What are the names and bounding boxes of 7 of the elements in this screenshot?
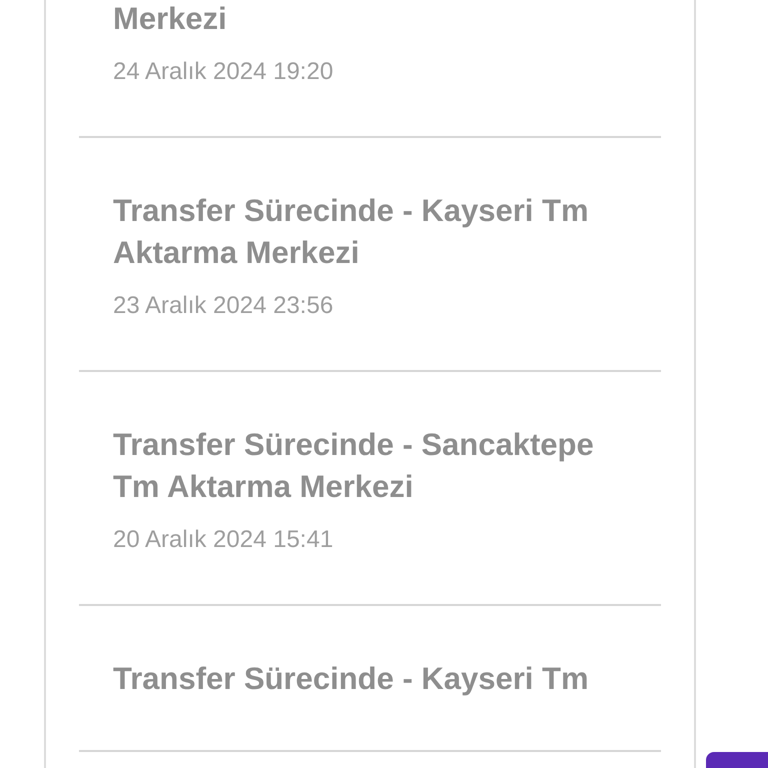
event-title: Transfer Sürecinde - Kayseri Tm Aktarma Merkezi bbox=[113, 192, 590, 272]
event-date: 23 Aralık 2024 23:56 bbox=[113, 292, 334, 320]
event-date: 20 Aralık 2024 15:41 bbox=[113, 526, 334, 554]
event-date: 24 Aralık 2024 19:20 bbox=[113, 58, 334, 86]
event-title: Transfer Sürecinde - Kayseri Tm bbox=[113, 660, 590, 698]
event-title: Transfer Sürecinde - Sancaktepe Tm Aktarma Merkezi bbox=[113, 426, 595, 506]
event-title: Merkezi bbox=[113, 0, 228, 38]
